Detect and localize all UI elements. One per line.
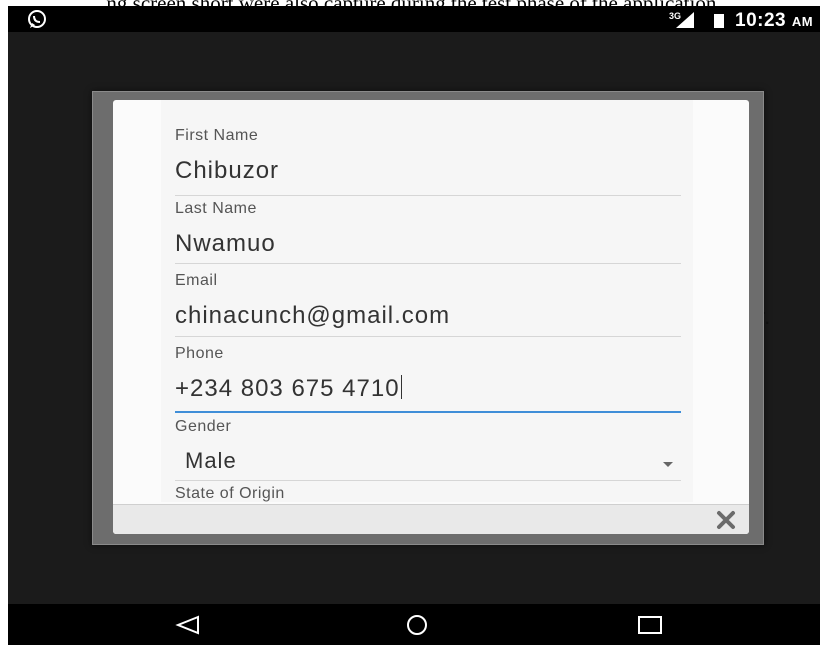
first-name-value[interactable]: Chibuzor [175,157,681,185]
registration-dialog: First Name Chibuzor Last Name Nwamuo Ema… [113,100,749,534]
close-icon[interactable] [715,509,737,531]
phone-underline [175,411,681,413]
clock-time: 10:23 [735,10,787,31]
last-name-underline [175,263,681,264]
recents-icon[interactable] [636,614,664,636]
state-of-origin-field[interactable]: State of Origin [175,485,681,503]
form-scroll-area[interactable]: First Name Chibuzor Last Name Nwamuo Ema… [161,100,693,502]
phone-label: Phone [175,345,224,362]
gender-select[interactable]: Male [175,448,681,474]
phone-screen: 3G 10:23 AM r. First Name Chibuzor Last … [8,6,820,645]
email-underline [175,336,681,337]
navigation-bar [8,604,820,645]
phone-value: +234 803 675 4710 [175,375,400,402]
gender-label: Gender [175,418,232,435]
clock-ampm: AM [791,14,814,29]
phone-input[interactable]: +234 803 675 4710 [175,375,681,403]
first-name-field[interactable]: First Name Chibuzor [175,127,681,196]
clock: 10:23 AM [735,10,813,32]
dialog-footer [113,504,749,534]
back-icon[interactable] [174,614,202,636]
chevron-down-icon[interactable] [663,462,673,467]
battery-icon [714,14,724,28]
last-name-label: Last Name [175,200,257,217]
home-icon[interactable] [403,614,431,636]
text-cursor [400,375,402,399]
dialog-frame: First Name Chibuzor Last Name Nwamuo Ema… [92,91,764,545]
last-name-value[interactable]: Nwamuo [175,230,681,258]
status-bar: 3G 10:23 AM [8,6,820,32]
email-value[interactable]: chinacunch@gmail.com [175,302,681,330]
phone-field[interactable]: Phone +234 803 675 4710 [175,345,681,413]
last-name-field[interactable]: Last Name Nwamuo [175,200,681,264]
gender-field[interactable]: Gender Male [175,418,681,481]
whatsapp-icon [28,10,46,28]
first-name-underline [175,195,681,196]
gender-underline [175,480,681,481]
signal-icon [676,12,694,28]
state-of-origin-label: State of Origin [175,485,285,502]
email-label: Email [175,272,218,289]
first-name-label: First Name [175,127,259,144]
email-field[interactable]: Email chinacunch@gmail.com [175,272,681,337]
